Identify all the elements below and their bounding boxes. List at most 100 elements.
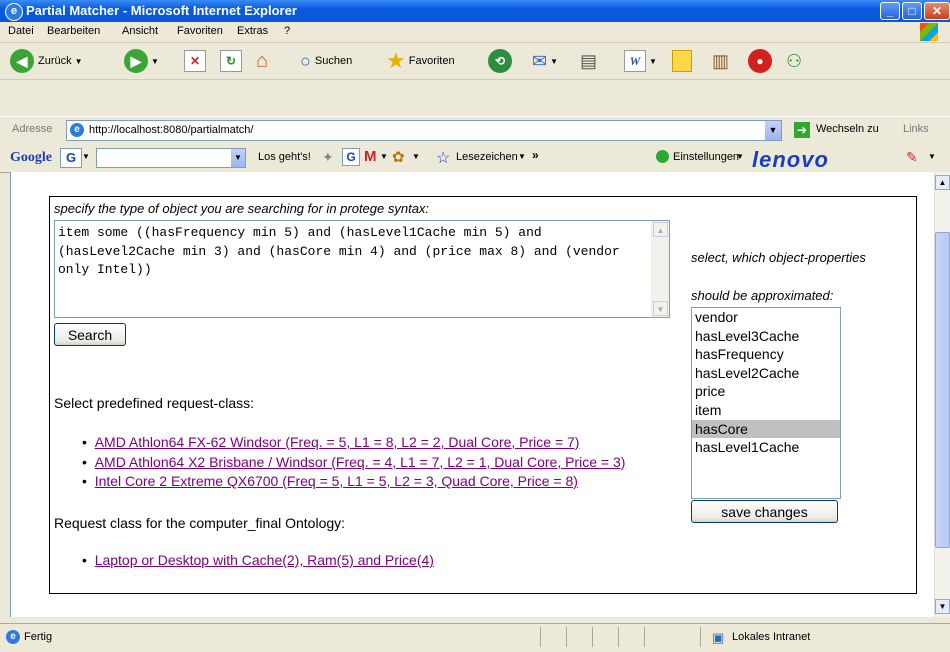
history-icon: ⟲: [488, 49, 512, 73]
chevron-down-icon: ▼: [82, 152, 90, 161]
status-divider: [700, 627, 701, 647]
mail-icon: ✉: [532, 50, 548, 71]
properties-prompt-2: should be approximated:: [691, 288, 834, 303]
menu-extras[interactable]: Extras: [237, 25, 268, 37]
menu-datei[interactable]: Datei: [8, 25, 34, 37]
main-panel: specify the type of object you are searc…: [49, 196, 917, 594]
menu-ansicht[interactable]: Ansicht: [122, 25, 158, 37]
more-chevron-icon[interactable]: »: [532, 148, 539, 162]
pagerank-icon[interactable]: ✦: [322, 149, 334, 166]
search-submit-button[interactable]: Search: [54, 323, 126, 346]
note-icon: [672, 50, 692, 72]
property-option-price[interactable]: price: [692, 382, 840, 401]
scroll-down-icon[interactable]: ▼: [653, 301, 668, 316]
star-icon: ★: [386, 48, 406, 73]
scroll-down-icon[interactable]: ▼: [935, 599, 950, 614]
print-button[interactable]: ▤: [580, 47, 597, 75]
ontology-link[interactable]: Laptop or Desktop with Cache(2), Ram(5) …: [95, 552, 434, 568]
query-scrollbar[interactable]: ▲ ▼: [651, 221, 669, 317]
puzzle-icon[interactable]: ✿: [392, 148, 405, 166]
ontology-heading: Request class for the computer_final Ont…: [54, 515, 346, 531]
gmail-icon[interactable]: M: [364, 148, 377, 165]
back-arrow-icon: ◀: [10, 49, 34, 73]
property-option-haslevel3cache[interactable]: hasLevel3Cache: [692, 327, 840, 346]
google-g-icon[interactable]: G: [342, 148, 360, 166]
search-button[interactable]: ○ Suchen: [300, 47, 352, 75]
google-search-button[interactable]: Los geht's!: [258, 151, 311, 163]
search-icon: ○: [300, 50, 311, 71]
home-button[interactable]: ⌂: [256, 47, 268, 75]
translate-icon[interactable]: ✎: [906, 149, 918, 166]
address-input[interactable]: e http://localhost:8080/partialmatch/ ▼: [66, 120, 782, 141]
edit-button[interactable]: W ▼: [624, 47, 657, 75]
go-arrow-icon[interactable]: ➔: [794, 122, 810, 138]
property-option-vendor[interactable]: vendor: [692, 308, 840, 327]
bookmarks-button[interactable]: Lesezeichen: [456, 151, 518, 163]
window-title: Partial Matcher - Microsoft Internet Exp…: [26, 3, 297, 18]
home-icon: ⌂: [256, 49, 269, 72]
list-item: • AMD Athlon64 X2 Brisbane / Windsor (Fr…: [82, 453, 626, 470]
property-option-item[interactable]: item: [692, 401, 840, 420]
star-outline-icon[interactable]: ☆: [436, 148, 450, 168]
go-button[interactable]: Wechseln zu: [816, 123, 879, 135]
scroll-up-icon[interactable]: ▲: [935, 175, 950, 190]
properties-listbox[interactable]: vendor hasLevel3Cache hasFrequency hasLe…: [691, 307, 841, 499]
close-button[interactable]: ✕: [924, 2, 950, 20]
list-item: • AMD Athlon64 FX-62 Windsor (Freq. = 5,…: [82, 434, 580, 450]
address-label: Adresse: [12, 123, 53, 135]
address-url: http://localhost:8080/partialmatch/: [89, 124, 254, 136]
predefined-link-fx62[interactable]: AMD Athlon64 FX-62 Windsor (Freq. = 5, L…: [95, 434, 580, 450]
links-label[interactable]: Links: [903, 123, 929, 135]
property-option-hasfrequency[interactable]: hasFrequency: [692, 345, 840, 364]
toolbar-spacer: [0, 80, 950, 115]
page-status-icon: e: [6, 630, 20, 644]
forward-button[interactable]: ▶ ▼: [124, 47, 159, 75]
property-option-haslevel1cache[interactable]: hasLevel1Cache: [692, 438, 840, 457]
maximize-button[interactable]: □: [902, 2, 922, 20]
menu-bearbeiten[interactable]: Bearbeiten: [47, 25, 100, 37]
settings-button[interactable]: Einstellungen: [673, 151, 739, 163]
page-viewport: specify the type of object you are searc…: [10, 172, 935, 617]
scrollbar-thumb[interactable]: [935, 232, 950, 548]
ontology-list: • Laptop or Desktop with Cache(2), Ram(5…: [82, 552, 434, 568]
favorites-button[interactable]: ★ Favoriten: [386, 47, 455, 75]
address-dropdown[interactable]: ▼: [765, 121, 781, 140]
back-button[interactable]: ◀ Zurück ▼: [10, 47, 83, 75]
property-option-haslevel2cache[interactable]: hasLevel2Cache: [692, 364, 840, 383]
predefined-link-qx6700[interactable]: Intel Core 2 Extreme QX6700 (Freq = 5, L…: [95, 473, 578, 489]
save-changes-button[interactable]: save changes: [691, 500, 838, 523]
icq-icon: ●: [748, 49, 772, 73]
property-option-hascore[interactable]: hasCore: [692, 419, 840, 439]
refresh-button[interactable]: ↻: [220, 47, 242, 75]
status-divider: [592, 627, 593, 647]
query-textarea[interactable]: item some ((hasFrequency min 5) and (has…: [54, 220, 670, 318]
chevron-down-icon: ▼: [74, 56, 83, 66]
predefined-list: • AMD Athlon64 FX-62 Windsor (Freq. = 5,…: [82, 433, 625, 492]
history-button[interactable]: ⟲: [488, 47, 512, 75]
research-button[interactable]: ▥: [712, 47, 729, 75]
scroll-up-icon[interactable]: ▲: [653, 222, 668, 237]
mail-button[interactable]: ✉ ▼: [532, 47, 558, 75]
chevron-down-icon[interactable]: ▼: [231, 149, 245, 167]
status-divider: [540, 627, 541, 647]
google-search-input[interactable]: ▼: [96, 148, 246, 168]
menu-help[interactable]: ?: [284, 25, 290, 37]
stop-button[interactable]: ✕: [184, 47, 206, 75]
word-icon: W: [624, 50, 646, 72]
refresh-icon: ↻: [220, 50, 242, 72]
contacts-button[interactable]: ⚇: [786, 47, 802, 75]
google-g-icon[interactable]: G: [60, 148, 82, 168]
address-bar: Adresse e http://localhost:8080/partialm…: [0, 116, 950, 145]
settings-icon: [656, 150, 669, 163]
predefined-heading: Select predefined request-class:: [54, 395, 254, 411]
predefined-link-x2[interactable]: AMD Athlon64 X2 Brisbane / Windsor (Freq…: [95, 454, 626, 470]
notes-button[interactable]: [672, 47, 692, 75]
minimize-button[interactable]: _: [880, 2, 900, 20]
ie-logo-icon: e: [5, 3, 23, 21]
page-scrollbar[interactable]: ▲ ▼: [934, 172, 950, 617]
query-prompt: specify the type of object you are searc…: [54, 201, 430, 216]
list-item: • Intel Core 2 Extreme QX6700 (Freq = 5,…: [82, 473, 578, 489]
people-icon: ⚇: [786, 50, 803, 71]
menu-favoriten[interactable]: Favoriten: [177, 25, 223, 37]
messenger-button[interactable]: ●: [748, 47, 772, 75]
